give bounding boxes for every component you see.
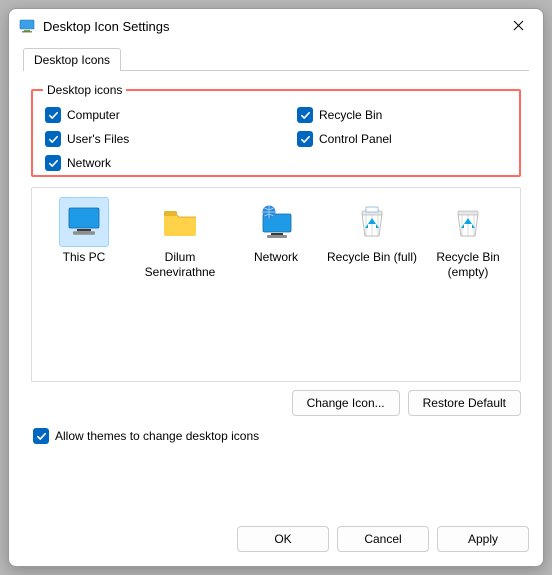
tabstrip: Desktop Icons bbox=[23, 45, 529, 71]
checkbox-users-files[interactable]: User's Files bbox=[45, 131, 257, 147]
tabpanel: Desktop icons Computer Recycle Bin User'… bbox=[23, 70, 529, 508]
change-icon-button[interactable]: Change Icon... bbox=[292, 390, 400, 416]
dialog-window: Desktop Icon Settings Desktop Icons Desk… bbox=[8, 8, 544, 567]
checkbox-label: User's Files bbox=[67, 132, 129, 146]
apply-button[interactable]: Apply bbox=[437, 526, 529, 552]
app-icon bbox=[19, 18, 35, 34]
checkbox-label: Computer bbox=[67, 108, 120, 122]
desktop-icons-groupbox: Desktop icons Computer Recycle Bin User'… bbox=[31, 83, 521, 177]
checkbox-label: Allow themes to change desktop icons bbox=[55, 429, 259, 443]
checkmark-icon bbox=[297, 131, 313, 147]
cancel-button[interactable]: Cancel bbox=[337, 526, 429, 552]
checkbox-grid: Computer Recycle Bin User's Files Contro… bbox=[43, 105, 509, 173]
icon-label: Dilum Senevirathne bbox=[134, 250, 226, 280]
checkbox-label: Network bbox=[67, 156, 111, 170]
icon-label: Recycle Bin (empty) bbox=[422, 250, 514, 280]
checkmark-icon bbox=[45, 155, 61, 171]
checkmark-icon bbox=[45, 131, 61, 147]
dialog-content: Desktop Icons Desktop icons Computer Rec… bbox=[9, 43, 543, 518]
groupbox-legend: Desktop icons bbox=[43, 83, 126, 97]
recycle-bin-full-icon bbox=[348, 198, 396, 246]
ok-button[interactable]: OK bbox=[237, 526, 329, 552]
tab-desktop-icons[interactable]: Desktop Icons bbox=[23, 48, 121, 71]
this-pc-icon bbox=[60, 198, 108, 246]
checkbox-control-panel[interactable]: Control Panel bbox=[297, 131, 509, 147]
window-title: Desktop Icon Settings bbox=[43, 19, 495, 34]
network-icon bbox=[252, 198, 300, 246]
icon-preview-list: This PC Dilum Senevirathne bbox=[31, 187, 521, 382]
icon-item-recycle-bin-empty[interactable]: Recycle Bin (empty) bbox=[422, 198, 514, 280]
icon-item-this-pc[interactable]: This PC bbox=[38, 198, 130, 265]
checkmark-icon bbox=[297, 107, 313, 123]
checkmark-icon bbox=[33, 428, 49, 444]
icon-label: Network bbox=[230, 250, 322, 265]
icon-label: Recycle Bin (full) bbox=[326, 250, 418, 265]
checkmark-icon bbox=[45, 107, 61, 123]
restore-default-button[interactable]: Restore Default bbox=[408, 390, 521, 416]
icon-buttons-row: Change Icon... Restore Default bbox=[31, 390, 521, 416]
checkbox-allow-themes[interactable]: Allow themes to change desktop icons bbox=[33, 428, 521, 444]
folder-icon bbox=[156, 198, 204, 246]
checkbox-recycle-bin[interactable]: Recycle Bin bbox=[297, 107, 509, 123]
icon-item-network[interactable]: Network bbox=[230, 198, 322, 265]
dialog-footer: OK Cancel Apply bbox=[9, 518, 543, 566]
icon-item-user-folder[interactable]: Dilum Senevirathne bbox=[134, 198, 226, 280]
checkbox-label: Recycle Bin bbox=[319, 108, 382, 122]
close-icon bbox=[513, 20, 524, 33]
close-button[interactable] bbox=[495, 11, 541, 41]
checkbox-network[interactable]: Network bbox=[45, 155, 257, 171]
recycle-bin-empty-icon bbox=[444, 198, 492, 246]
icon-item-recycle-bin-full[interactable]: Recycle Bin (full) bbox=[326, 198, 418, 265]
checkbox-computer[interactable]: Computer bbox=[45, 107, 257, 123]
checkbox-label: Control Panel bbox=[319, 132, 392, 146]
icon-label: This PC bbox=[38, 250, 130, 265]
titlebar: Desktop Icon Settings bbox=[9, 9, 543, 43]
